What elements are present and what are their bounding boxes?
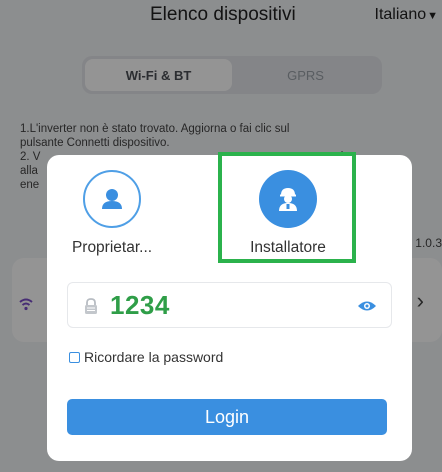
password-value: 1234 — [110, 290, 170, 320]
owner-avatar — [83, 170, 141, 228]
user-icon — [102, 189, 122, 209]
password-field[interactable]: 1234 — [67, 282, 392, 328]
installer-selection-highlight — [218, 152, 356, 263]
login-button[interactable]: Login — [67, 399, 387, 435]
eye-icon[interactable] — [357, 299, 377, 313]
remember-password-label: Ricordare la password — [84, 349, 224, 365]
lock-icon — [85, 298, 97, 314]
role-owner-option[interactable]: Proprietar... — [52, 170, 172, 257]
role-owner-label: Proprietar... — [71, 239, 153, 256]
remember-password-checkbox[interactable] — [69, 351, 80, 363]
login-dialog: Proprietar... Installatore 1234 Ricordar… — [47, 152, 412, 461]
remember-password-toggle[interactable]: Ricordare la password — [69, 349, 223, 365]
